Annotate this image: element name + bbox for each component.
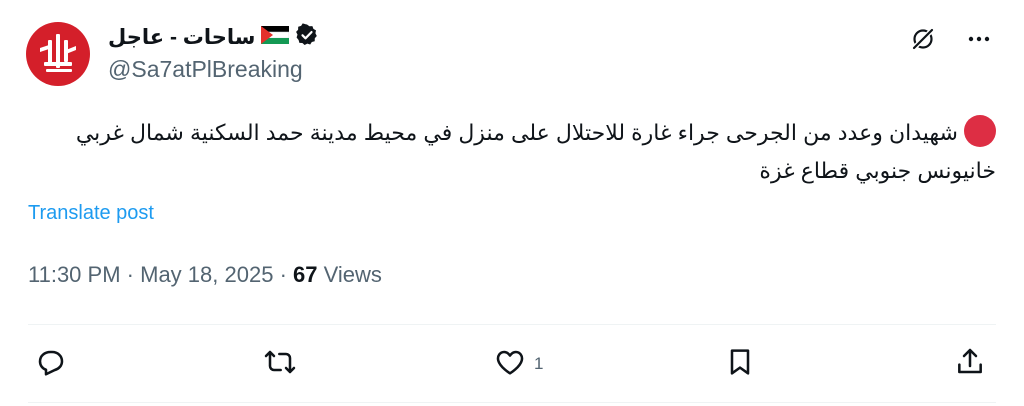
views-label: Views — [323, 262, 382, 287]
bookmark-icon — [724, 346, 756, 383]
like-button[interactable]: 1 — [494, 344, 543, 384]
post-date[interactable]: May 18, 2025 — [140, 262, 273, 287]
reply-button[interactable] — [34, 344, 66, 384]
more-options-icon[interactable] — [962, 22, 996, 56]
post-action-bar: 1 — [28, 344, 996, 384]
palestine-flag-icon — [261, 25, 290, 49]
bookmark-button[interactable] — [724, 344, 756, 384]
avatar[interactable] — [26, 22, 90, 86]
translate-post-link[interactable]: Translate post — [28, 202, 154, 225]
share-icon — [954, 346, 986, 383]
views-count: 67 — [293, 262, 318, 287]
post-text-container: شهيدان وعدد من الجرحى جراء غارة للاحتلال… — [28, 114, 996, 190]
avatar-logo-icon — [40, 34, 76, 72]
meta-separator: · — [126, 262, 141, 287]
author-handle[interactable]: @Sa7atPlBreaking — [108, 56, 303, 83]
post-text: شهيدان وعدد من الجرحى جراء غارة للاحتلال… — [75, 120, 996, 183]
repost-icon — [264, 346, 296, 383]
share-button[interactable] — [954, 344, 986, 384]
author-name-row: ساحات - عاجل — [108, 22, 319, 52]
repost-button[interactable] — [264, 344, 304, 384]
post-top-actions — [906, 22, 996, 56]
verified-badge-icon[interactable] — [295, 22, 319, 52]
divider-bottom — [28, 402, 996, 403]
like-count: 1 — [534, 354, 544, 373]
divider-top — [28, 324, 996, 325]
post-meta: 11:30 PM · May 18, 2025 · 67 Views — [28, 262, 382, 288]
reply-icon — [34, 346, 66, 383]
heart-icon — [494, 346, 526, 383]
author-name[interactable]: ساحات - عاجل — [108, 25, 255, 50]
grok-icon[interactable] — [906, 22, 940, 56]
meta-separator: · — [279, 262, 294, 287]
post-time[interactable]: 11:30 PM — [28, 262, 121, 287]
red-circle-emoji-icon — [964, 115, 996, 148]
